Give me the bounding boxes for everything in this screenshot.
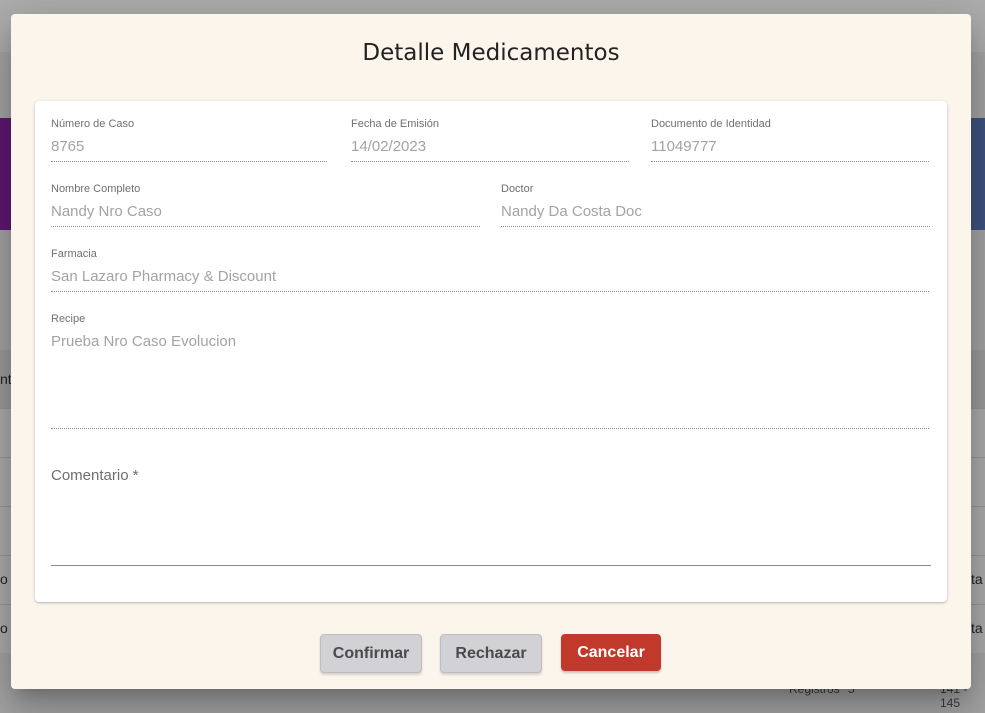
doctor-field[interactable]: Doctor Nandy Da Costa Doc xyxy=(501,182,930,227)
field-label: Nombre Completo xyxy=(51,183,141,195)
field-value: San Lazaro Pharmacy & Discount xyxy=(51,268,277,285)
fecha-emision-field[interactable]: Fecha de Emisión 14/02/2023 xyxy=(351,117,629,162)
field-value: Nandy Da Costa Doc xyxy=(501,203,642,220)
field-label: Fecha de Emisión xyxy=(351,118,440,130)
numero-caso-field[interactable]: Número de Caso 8765 xyxy=(51,117,327,162)
field-label: Farmacia xyxy=(51,248,97,260)
field-underline xyxy=(51,161,327,162)
field-label: Número de Caso xyxy=(51,118,135,130)
field-underline xyxy=(51,428,929,429)
field-label: Recipe xyxy=(51,313,86,325)
details-card: Número de Caso 8765 Fecha de Emisión 14/… xyxy=(35,101,947,602)
field-value: Prueba Nro Caso Evolucion xyxy=(51,333,237,350)
field-value: Nandy Nro Caso xyxy=(51,203,162,220)
field-underline xyxy=(651,161,929,162)
cancelar-button[interactable]: Cancelar xyxy=(561,634,661,671)
farmacia-field[interactable]: Farmacia San Lazaro Pharmacy & Discount xyxy=(51,247,929,292)
nombre-completo-field[interactable]: Nombre Completo Nandy Nro Caso xyxy=(51,182,480,227)
comentario-textarea[interactable] xyxy=(51,458,931,566)
field-underline xyxy=(51,226,480,227)
rechazar-button[interactable]: Rechazar xyxy=(440,634,542,673)
field-label: Documento de Identidad xyxy=(651,118,771,130)
field-underline xyxy=(351,161,629,162)
recipe-field[interactable]: Recipe Prueba Nro Caso Evolucion xyxy=(51,312,929,429)
dialog-title: Detalle Medicamentos xyxy=(362,40,620,66)
field-value: 11049777 xyxy=(651,138,717,155)
comentario-label: Comentario * xyxy=(51,467,139,484)
field-value: 8765 xyxy=(51,138,85,155)
field-value: 14/02/2023 xyxy=(351,138,427,155)
documento-identidad-field[interactable]: Documento de Identidad 11049777 xyxy=(651,117,929,162)
confirmar-button[interactable]: Confirmar xyxy=(320,634,422,673)
field-underline xyxy=(51,291,929,292)
detalle-medicamentos-dialog: Detalle Medicamentos Número de Caso 8765… xyxy=(11,14,971,689)
field-underline xyxy=(501,226,930,227)
field-label: Doctor xyxy=(501,183,534,195)
